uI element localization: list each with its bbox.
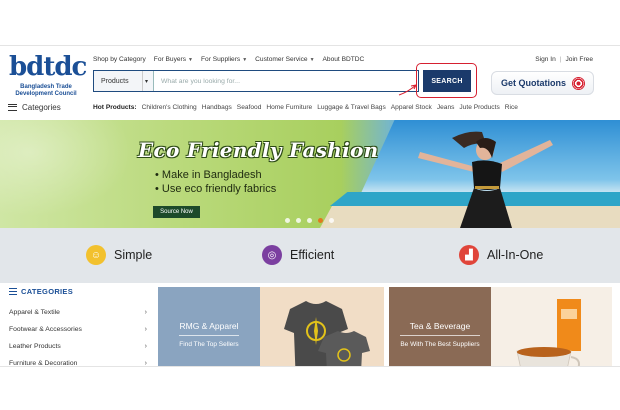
nav-label: For Buyers (153, 56, 187, 63)
features-strip: ☺ Simple ◎ Efficient ▟ All-In-One (0, 228, 620, 283)
category-label: Apparel & Textile (9, 309, 60, 316)
sign-in-link[interactable]: Sign In (535, 56, 556, 63)
categories-toggle[interactable]: Categories (8, 103, 61, 112)
divider: | (559, 56, 562, 63)
hot-product-link[interactable]: Handbags (202, 104, 232, 111)
source-now-button[interactable]: Source Now (153, 206, 200, 218)
category-label: Furniture & Decoration (9, 360, 78, 367)
bar-chart-icon: ▟ (459, 245, 479, 265)
logo-mark: bdtdc (9, 52, 87, 82)
category-item[interactable]: Apparel & Textile › (9, 309, 147, 316)
tea-cup-image (516, 299, 581, 366)
search-input[interactable] (154, 71, 418, 91)
hero-banner[interactable]: Eco Friendly Fashion Make in Bangladesh … (0, 120, 620, 228)
banner-leaves-bg (0, 120, 150, 228)
categories-title: CATEGORIES (9, 287, 73, 296)
page-frame: bdtdc Bangladesh Trade Development Counc… (0, 45, 620, 367)
carousel-dot[interactable] (307, 218, 312, 223)
hot-product-link[interactable]: Seafood (237, 104, 262, 111)
categories-title-label: CATEGORIES (21, 287, 74, 296)
hot-product-link[interactable]: Jeans (437, 104, 455, 111)
categories-panel: CATEGORIES Apparel & Textile › Footwear … (0, 283, 154, 367)
hot-product-link[interactable]: Apparel Stock (391, 104, 432, 111)
tshirt-image (284, 301, 370, 366)
tile-subtitle: Be With The Best Suppliers (400, 335, 480, 349)
feature-simple: ☺ Simple (86, 245, 152, 265)
nav-customer-service[interactable]: Customer Service ▼ (255, 56, 314, 63)
feature-label: Simple (114, 248, 153, 262)
category-item[interactable]: Furniture & Decoration › (9, 360, 147, 367)
chevron-right-icon: › (144, 309, 147, 316)
banner-bullet: Use eco friendly fabrics (155, 182, 276, 196)
target-icon: ◎ (262, 245, 282, 265)
nav-shop-by-category[interactable]: Shop by Category (93, 56, 146, 63)
smile-icon: ☺ (86, 245, 106, 265)
nav-for-buyers[interactable]: For Buyers ▼ (154, 56, 193, 63)
hot-product-link[interactable]: Luggage & Travel Bags (317, 104, 386, 111)
search-bar: Products ▾ (93, 70, 419, 92)
logo-subtitle-line1: Bangladesh Trade (20, 84, 72, 90)
carousel-dot[interactable] (329, 218, 334, 223)
banner-model-image (418, 131, 553, 228)
tile-rmg-apparel[interactable]: RMG & Apparel Find The Top Sellers (158, 287, 260, 366)
caret-down-icon: ▼ (309, 56, 315, 63)
feature-label: All-In-One (487, 248, 544, 262)
hot-product-link[interactable]: Jute Products (459, 104, 499, 111)
nav-label: Shop by Category (93, 56, 146, 63)
tile-title: RMG & Apparel (179, 321, 239, 331)
site-logo[interactable]: bdtdc Bangladesh Trade Development Counc… (6, 54, 87, 100)
hot-products: Hot Products: Children's Clothing Handba… (93, 104, 518, 111)
feature-efficient: ◎ Efficient (262, 245, 334, 265)
category-item[interactable]: Leather Products › (9, 343, 147, 350)
carousel-dot-active[interactable] (318, 218, 323, 223)
list-icon (9, 288, 17, 295)
caret-down-icon: ▼ (188, 56, 193, 63)
get-quotations-button[interactable]: Get Quotations (491, 71, 594, 95)
top-nav: Shop by Category For Buyers ▼ For Suppli… (93, 56, 364, 63)
target-icon (572, 76, 585, 90)
nav-for-suppliers[interactable]: For Suppliers ▼ (201, 56, 247, 63)
carousel-dots (285, 218, 334, 223)
menu-icon (8, 104, 17, 111)
hot-product-link[interactable]: Home Furniture (266, 104, 312, 111)
join-free-link[interactable]: Join Free (566, 56, 594, 63)
nav-label: Customer Service (255, 56, 308, 63)
category-label: Footwear & Accessories (9, 326, 82, 333)
nav-about[interactable]: About BDTDC (323, 56, 365, 63)
banner-bullet: Make in Bangladesh (155, 168, 276, 182)
tile-subtitle: Find The Top Sellers (179, 335, 239, 349)
carousel-dot[interactable] (296, 218, 301, 223)
chevron-right-icon: › (144, 343, 147, 350)
tile-caption: RMG & Apparel Find The Top Sellers (168, 321, 250, 349)
tile-tea-beverage[interactable]: Tea & Beverage Be With The Best Supplier… (389, 287, 491, 366)
account-links: Sign In | Join Free (535, 56, 593, 63)
caret-down-icon: ▼ (242, 56, 248, 63)
categories-toggle-label: Categories (22, 103, 61, 112)
chevron-down-icon: ▾ (142, 71, 150, 91)
nav-label: About BDTDC (322, 56, 365, 63)
chevron-right-icon: › (144, 360, 147, 367)
chevron-right-icon: › (144, 326, 147, 333)
feature-all-in-one: ▟ All-In-One (459, 245, 543, 265)
banner-title: Eco Friendly Fashion (138, 138, 379, 162)
search-category-select[interactable]: Products ▾ (94, 71, 154, 91)
annotation-arrow-icon (398, 84, 417, 96)
tile-rmg-image[interactable] (260, 287, 384, 366)
tile-title: Tea & Beverage (409, 321, 471, 331)
carousel-dot[interactable] (285, 218, 290, 223)
logo-subtitle-line2: Development Council (15, 91, 77, 97)
feature-label: Efficient (290, 248, 335, 262)
category-label: Leather Products (9, 343, 61, 350)
hot-products-label: Hot Products: (93, 104, 137, 111)
search-category-value: Products (101, 77, 129, 85)
annotation-highlight-box (416, 63, 477, 98)
hot-product-link[interactable]: Rice (505, 104, 518, 111)
nav-label: For Suppliers (201, 56, 241, 63)
get-quotations-label: Get Quotations (501, 78, 566, 88)
tile-tea-image[interactable] (491, 287, 612, 366)
category-item[interactable]: Footwear & Accessories › (9, 326, 147, 333)
hot-product-link[interactable]: Children's Clothing (142, 104, 197, 111)
tile-caption: Tea & Beverage Be With The Best Supplier… (399, 321, 481, 349)
banner-bullets: Make in Bangladesh Use eco friendly fabr… (155, 168, 276, 196)
